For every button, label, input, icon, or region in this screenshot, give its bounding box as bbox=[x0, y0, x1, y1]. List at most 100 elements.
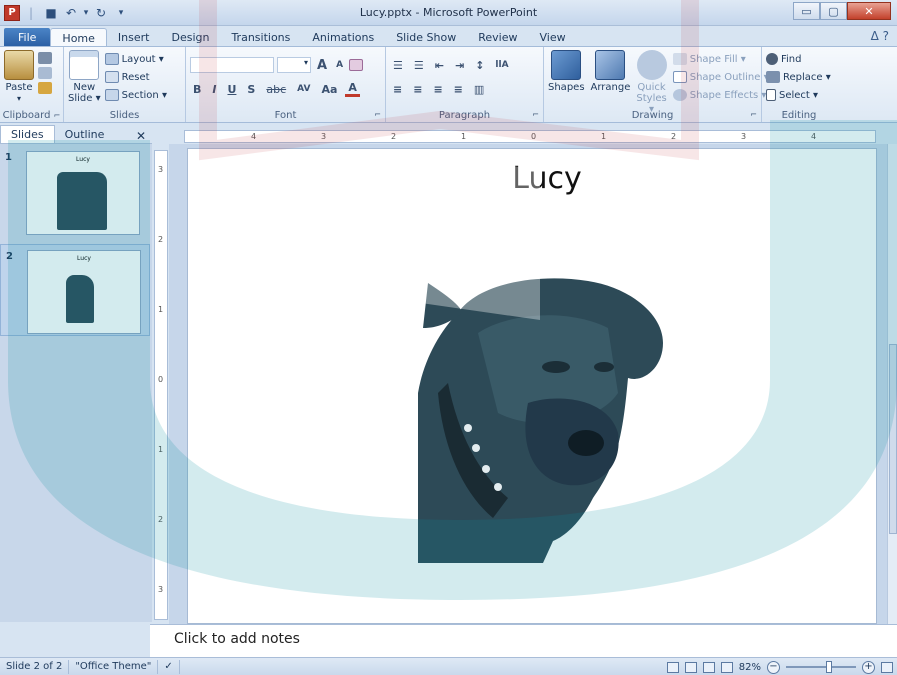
tab-view[interactable]: View bbox=[528, 28, 576, 47]
section-button[interactable]: Section ▾ bbox=[104, 86, 167, 104]
fit-to-window-icon[interactable] bbox=[881, 661, 893, 673]
zoom-in-icon[interactable]: + bbox=[862, 660, 875, 674]
shadow-button[interactable]: S bbox=[244, 83, 258, 96]
hruler-label: 4 bbox=[251, 132, 257, 141]
slide-show-icon[interactable] bbox=[720, 661, 733, 673]
minimize-button[interactable]: ▭ bbox=[793, 2, 820, 20]
reading-view-icon[interactable] bbox=[702, 661, 715, 673]
underline-button[interactable]: U bbox=[224, 83, 239, 96]
slide-thumbnail-1[interactable]: Lucy bbox=[26, 151, 140, 235]
normal-view-icon[interactable] bbox=[666, 661, 679, 673]
paragraph-group-label: Paragraph ⌐ bbox=[386, 110, 543, 121]
new-slide-button[interactable]: New Slide ▾ bbox=[68, 50, 101, 104]
clipboard-launcher-icon[interactable]: ⌐ bbox=[54, 111, 61, 120]
line-spacing-button[interactable]: ↕ bbox=[472, 59, 487, 72]
tab-slides[interactable]: Slides bbox=[0, 125, 55, 143]
justify-button[interactable]: ≡ bbox=[451, 83, 466, 96]
paragraph-launcher-icon[interactable]: ⌐ bbox=[532, 110, 539, 119]
tab-outline[interactable]: Outline bbox=[55, 125, 115, 143]
vertical-scrollbar[interactable] bbox=[887, 144, 897, 624]
paste-icon bbox=[4, 50, 34, 80]
slide[interactable]: Lucy bbox=[187, 148, 877, 624]
select-label: Select ▾ bbox=[779, 89, 819, 101]
slide-thumbnail-2[interactable]: Lucy bbox=[27, 250, 141, 334]
clear-formatting-icon[interactable] bbox=[349, 59, 364, 71]
powerpoint-icon[interactable]: P bbox=[4, 4, 20, 21]
tab-insert[interactable]: Insert bbox=[107, 28, 161, 47]
increase-indent-button[interactable]: ⇥ bbox=[452, 59, 467, 72]
text-direction-button[interactable]: llA bbox=[492, 60, 511, 70]
quick-styles-button[interactable]: Quick Styles ▾ bbox=[636, 50, 667, 115]
select-button[interactable]: Select ▾ bbox=[766, 86, 832, 104]
zoom-level[interactable]: 82% bbox=[739, 662, 761, 673]
shrink-font-icon[interactable]: A bbox=[333, 60, 346, 70]
zoom-out-icon[interactable]: − bbox=[767, 660, 780, 674]
layout-button[interactable]: Layout ▾ bbox=[104, 50, 167, 68]
font-size-box[interactable]: ▾ bbox=[277, 57, 311, 73]
shape-effects-button[interactable]: Shape Effects ▾ bbox=[672, 86, 769, 104]
find-button[interactable]: Find bbox=[766, 50, 832, 68]
slide-title[interactable]: Lucy bbox=[188, 161, 876, 196]
font-group: ▾ A A B I U S abc AV Aa A Font ⌐ bbox=[186, 47, 386, 122]
tab-file[interactable]: File bbox=[4, 28, 51, 47]
format-painter-icon[interactable] bbox=[38, 82, 52, 94]
paste-button[interactable]: Paste ▾ bbox=[4, 50, 34, 104]
undo-icon[interactable]: ↶ bbox=[62, 4, 80, 22]
bold-button[interactable]: B bbox=[190, 83, 204, 96]
slides-pane: 1 Lucy 2 Lucy bbox=[0, 144, 152, 622]
quick-access-toolbar: P | ■ ↶ ▾ ↻ ▾ bbox=[0, 4, 130, 22]
undo-dropdown-icon[interactable]: ▾ bbox=[82, 4, 90, 22]
save-icon[interactable]: ■ bbox=[42, 4, 60, 22]
character-spacing-button[interactable]: AV bbox=[294, 84, 313, 94]
slide-sorter-icon[interactable] bbox=[684, 661, 697, 673]
cut-icon[interactable] bbox=[38, 52, 52, 64]
columns-button[interactable]: ▥ bbox=[471, 83, 487, 96]
grow-font-icon[interactable]: A bbox=[314, 58, 330, 73]
drawing-launcher-icon[interactable]: ⌐ bbox=[750, 110, 757, 119]
align-right-button[interactable]: ≡ bbox=[430, 83, 445, 96]
maximize-button[interactable]: ▢ bbox=[820, 2, 847, 20]
spell-check-icon[interactable]: ✓ bbox=[158, 659, 180, 674]
font-color-button[interactable]: A bbox=[345, 81, 360, 97]
tab-home[interactable]: Home bbox=[50, 28, 107, 47]
reset-button[interactable]: Reset bbox=[104, 68, 167, 86]
help-icon[interactable]: ᐃ ? bbox=[871, 29, 889, 43]
zoom-slider[interactable] bbox=[786, 661, 856, 673]
replace-button[interactable]: Replace ▾ bbox=[766, 68, 832, 86]
close-pane-icon[interactable]: ✕ bbox=[136, 129, 146, 143]
copy-icon[interactable] bbox=[38, 67, 52, 79]
shapes-button[interactable]: Shapes bbox=[548, 50, 585, 115]
slide-thumbnail-row-1[interactable]: 1 Lucy bbox=[0, 146, 150, 238]
align-left-button[interactable]: ≡ bbox=[390, 83, 405, 96]
notes-pane[interactable]: Click to add notes bbox=[150, 624, 897, 657]
dog-photo[interactable] bbox=[418, 273, 668, 563]
align-center-button[interactable]: ≡ bbox=[410, 83, 425, 96]
numbering-button[interactable]: ☰ bbox=[411, 59, 427, 72]
tab-animations[interactable]: Animations bbox=[301, 28, 385, 47]
customize-qat-icon[interactable]: ▾ bbox=[112, 4, 130, 22]
close-button[interactable]: ✕ bbox=[847, 2, 891, 20]
change-case-button[interactable]: Aa bbox=[318, 83, 340, 96]
shape-outline-button[interactable]: Shape Outline ▾ bbox=[672, 68, 769, 86]
vertical-ruler: 3 2 1 0 1 2 3 bbox=[154, 150, 168, 620]
zoom-slider-knob[interactable] bbox=[826, 661, 832, 673]
font-family-box[interactable] bbox=[190, 57, 274, 73]
font-launcher-icon[interactable]: ⌐ bbox=[374, 110, 381, 119]
paragraph-label: Paragraph bbox=[438, 110, 491, 121]
tab-transitions[interactable]: Transitions bbox=[220, 28, 301, 47]
scrollbar-thumb[interactable] bbox=[889, 344, 897, 534]
quick-styles-label: Quick bbox=[637, 82, 666, 93]
repeat-icon[interactable]: ↻ bbox=[92, 4, 110, 22]
bullets-button[interactable]: ☰ bbox=[390, 59, 406, 72]
tab-design[interactable]: Design bbox=[160, 28, 220, 47]
select-icon bbox=[766, 89, 776, 101]
shape-fill-button[interactable]: Shape Fill ▾ bbox=[672, 50, 769, 68]
slide-thumbnail-row-2[interactable]: 2 Lucy bbox=[0, 244, 150, 336]
hruler-label: 1 bbox=[461, 132, 467, 141]
decrease-indent-button[interactable]: ⇤ bbox=[432, 59, 447, 72]
tab-review[interactable]: Review bbox=[467, 28, 528, 47]
tab-slide-show[interactable]: Slide Show bbox=[385, 28, 467, 47]
italic-button[interactable]: I bbox=[209, 83, 219, 96]
arrange-button[interactable]: Arrange bbox=[591, 50, 630, 115]
strikethrough-button[interactable]: abc bbox=[263, 83, 289, 96]
